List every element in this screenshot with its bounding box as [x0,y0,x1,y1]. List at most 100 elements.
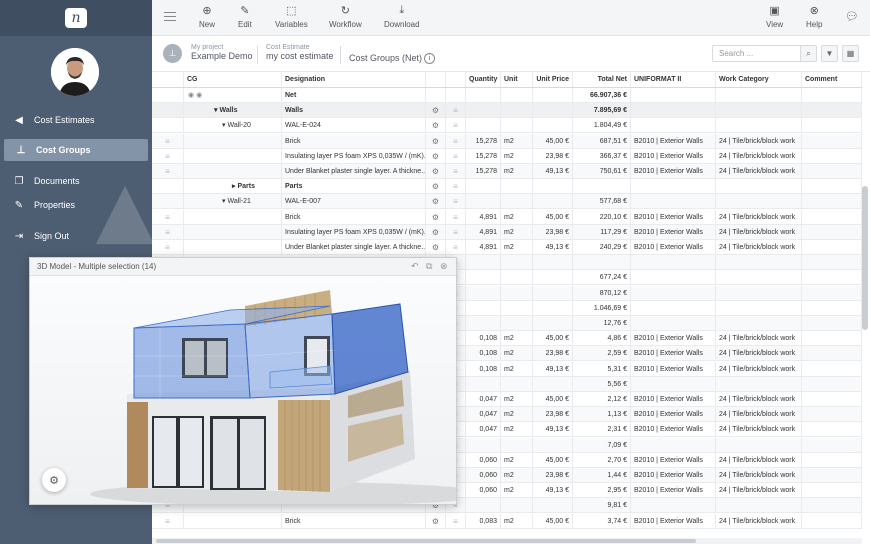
row-drag-handle[interactable]: ≡ [152,224,184,239]
cell-designation[interactable]: Under Blanket plaster single layer. A th… [282,240,426,254]
cell-unit-price[interactable] [533,118,573,133]
settings-button[interactable]: ⚙ [42,468,66,492]
cell-unit-price[interactable]: 45,00 € [533,133,573,148]
row-drag-handle[interactable]: ≡ [152,209,184,224]
cell-quantity[interactable] [466,376,501,391]
row-gear[interactable]: ⚙ [426,224,446,239]
header-designation[interactable]: Designation [282,72,426,87]
app-logo[interactable]: n [65,8,87,28]
row-menu[interactable]: ≡ [446,103,466,118]
cell-quantity[interactable]: 0,060 [466,468,501,482]
cell-unit-price[interactable]: 45,00 € [533,452,573,467]
table-row[interactable]: ▾ Walls Walls ⚙ ≡ 7.895,69 € [152,103,862,119]
row-gear[interactable]: ⚙ [426,513,446,528]
cell-quantity[interactable] [466,255,501,270]
cell-unit-price[interactable]: 49,13 € [533,240,573,254]
cell-designation[interactable]: Brick [282,133,426,148]
variables-button[interactable]: ⬚ Variables [275,4,308,29]
row-drag-handle[interactable]: ≡ [152,133,184,148]
row-gear[interactable] [426,88,446,102]
calculator-button[interactable]: ▦ [842,45,859,62]
cell-unit-price[interactable]: 23,98 € [533,468,573,482]
menu-icon[interactable] [164,12,176,24]
cell-designation[interactable]: Under Blanket plaster single layer. A th… [282,164,426,178]
cell-unit-price[interactable]: 23,98 € [533,224,573,239]
cell-unit-price[interactable]: 45,00 € [533,331,573,346]
cell-unit-price[interactable]: 45,00 € [533,209,573,224]
cell-quantity[interactable]: 0,047 [466,407,501,422]
cell-quantity[interactable] [466,285,501,300]
cell-quantity[interactable]: 15,278 [466,164,501,178]
cell-quantity[interactable] [466,179,501,194]
cell-designation[interactable]: WAL-E-024 [282,118,426,133]
row-menu[interactable]: ≡ [446,224,466,239]
sidebar-item-cost-groups[interactable]: ⊥ Cost Groups [4,139,148,161]
sidebar-item-sign-out[interactable]: ⇥ Sign Out [0,225,152,247]
row-menu[interactable]: ≡ [446,148,466,163]
cell-unit-price[interactable] [533,316,573,330]
header-uniformat[interactable]: UNIFORMAT II [631,72,716,87]
cell-unit-price[interactable]: 45,00 € [533,513,573,528]
row-gear[interactable]: ⚙ [426,179,446,194]
header-work-category[interactable]: Work Category [716,72,802,87]
table-row[interactable]: ≡ Brick ⚙ ≡ 0,083 m2 45,00 € 3,74 € B2010 | Exte… [152,513,862,529]
view-button[interactable]: ▣ View [766,4,783,29]
breadcrumb-group[interactable]: Cost Groups (Net) [349,53,422,63]
cell-quantity[interactable] [466,103,501,118]
header-comment[interactable]: Comment [802,72,862,87]
cell-quantity[interactable]: 4,891 [466,240,501,254]
row-drag-handle[interactable]: ≡ [152,164,184,178]
row-menu[interactable] [446,88,466,102]
filter-button[interactable]: ▼ [821,45,838,62]
vertical-scroll-thumb[interactable] [862,186,868,330]
breadcrumb-estimate[interactable]: Cost Estimate my cost estimate [266,44,334,61]
row-menu[interactable]: ≡ [446,164,466,178]
row-drag-handle[interactable] [152,118,184,133]
header-unit-price[interactable]: Unit Price [533,72,573,87]
table-row[interactable]: ≡ Brick ⚙ ≡ 4,891 m2 45,00 € 220,10 € B2010 | Ex… [152,209,862,225]
breadcrumb-project[interactable]: My project Example Demo [191,44,253,61]
row-gear[interactable]: ⚙ [426,209,446,224]
cell-quantity[interactable]: 15,278 [466,133,501,148]
cell-unit-price[interactable] [533,300,573,315]
sidebar-item-cost-estimates[interactable]: ◀ Cost Estimates [0,109,152,131]
cell-unit-price[interactable]: 23,98 € [533,346,573,361]
cell-unit-price[interactable] [533,88,573,102]
table-row[interactable]: ≡ Insulating layer PS foam XPS 0,035W / (… [152,148,862,164]
sidebar-item-properties[interactable]: ✎ Properties [0,194,152,216]
download-button[interactable]: ⤓ Download [384,4,420,29]
row-drag-handle[interactable]: ≡ [152,240,184,254]
cell-unit-price[interactable]: 23,98 € [533,407,573,422]
header-total-net[interactable]: Total Net [573,72,631,87]
cell-designation[interactable]: Parts [282,179,426,194]
row-drag-handle[interactable]: ≡ [152,148,184,163]
row-drag-handle[interactable]: ≡ [152,513,184,528]
cell-unit-price[interactable]: 49,13 € [533,361,573,376]
cell-unit-price[interactable] [533,285,573,300]
cell-designation[interactable]: WAL-E-007 [282,194,426,209]
cell-unit-price[interactable]: 23,98 € [533,148,573,163]
cell-quantity[interactable]: 0,060 [466,452,501,467]
table-row[interactable]: ≡ Under Blanket plaster single layer. A t… [152,240,862,255]
row-menu[interactable]: ≡ [446,133,466,148]
row-gear[interactable]: ⚙ [426,133,446,148]
header-unit[interactable]: Unit [501,72,533,87]
cell-designation[interactable]: Insulating layer PS foam XPS 0,035W / (m… [282,224,426,239]
3d-viewport[interactable] [30,276,456,504]
row-drag-handle[interactable] [152,194,184,209]
row-menu[interactable]: ≡ [446,118,466,133]
cell-quantity[interactable]: 4,891 [466,209,501,224]
row-drag-handle[interactable] [152,103,184,118]
row-menu[interactable]: ≡ [446,209,466,224]
expand-icon[interactable]: ⧉ [426,261,432,272]
row-drag-handle[interactable] [152,179,184,194]
row-drag-handle[interactable] [152,88,184,102]
cell-unit-price[interactable]: 49,13 € [533,422,573,437]
cell-quantity[interactable] [466,194,501,209]
table-row[interactable]: ▾ Wall-21 WAL-E-007 ⚙ ≡ 577,68 € [152,194,862,210]
cell-unit-price[interactable] [533,179,573,194]
horizontal-scroll-thumb[interactable] [156,539,696,543]
cell-unit-price[interactable] [533,194,573,209]
cell-unit-price[interactable]: 49,13 € [533,483,573,498]
cell-quantity[interactable]: 0,108 [466,331,501,346]
